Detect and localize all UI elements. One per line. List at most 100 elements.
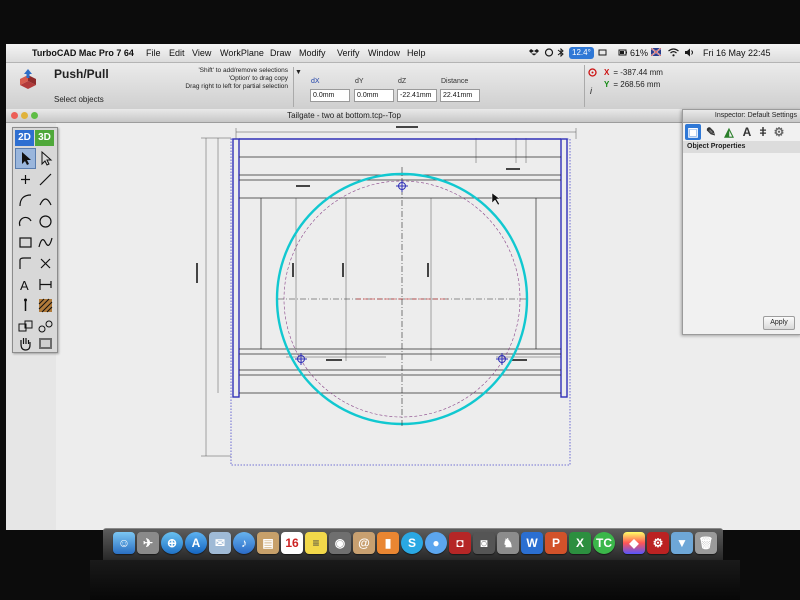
cube-icon[interactable]: ▣ <box>685 124 701 140</box>
options-chevron-icon[interactable]: ▼ <box>295 69 302 76</box>
inspector-title: Inspector: Default Settings <box>683 110 800 123</box>
gear-icon[interactable]: ⚙ <box>771 124 787 140</box>
menu-workplane[interactable]: WorkPlane <box>220 48 264 58</box>
safari-icon[interactable]: ⊕ <box>161 532 183 554</box>
sync-icon[interactable] <box>544 48 554 59</box>
photo-icon[interactable]: ◉ <box>329 532 351 554</box>
dock-reflection <box>90 560 740 600</box>
dropbox-icon[interactable] <box>529 48 539 59</box>
system-preferences-icon[interactable]: ⚙ <box>647 532 669 554</box>
contacts-icon[interactable]: @ <box>353 532 375 554</box>
menu-extra-icon[interactable] <box>598 48 607 59</box>
cross-icon[interactable] <box>35 253 56 274</box>
hint-drag: Drag right to left for partial selection <box>185 83 288 90</box>
ibooks-icon[interactable]: ▮ <box>377 532 399 554</box>
finder-icon[interactable]: ☺ <box>113 532 135 554</box>
mode-2d-button[interactable]: 2D <box>15 130 34 146</box>
text-a-icon[interactable]: A <box>739 124 755 140</box>
app-menu[interactable]: TurboCAD Mac Pro 7 64 <box>32 48 134 58</box>
dimension-text <box>296 185 310 187</box>
dimension-text <box>506 168 520 170</box>
volume-icon[interactable] <box>685 48 695 59</box>
coord-y-label: Y <box>604 80 610 89</box>
arc-three-point-icon[interactable] <box>15 190 36 211</box>
skype-icon[interactable]: S <box>401 532 423 554</box>
menu-modify[interactable]: Modify <box>299 48 326 58</box>
screen: TurboCAD Mac Pro 7 64 File Edit View Wor… <box>6 44 800 530</box>
dimension-text <box>396 126 418 128</box>
mail-icon[interactable]: ✉ <box>209 532 231 554</box>
menu-window[interactable]: Window <box>368 48 400 58</box>
temperature-badge[interactable]: 12.4° <box>569 47 594 59</box>
wifi-icon[interactable] <box>668 48 679 59</box>
insert-point-icon[interactable] <box>15 295 36 316</box>
flag-icon[interactable] <box>650 47 662 58</box>
curve-icon[interactable] <box>15 253 36 274</box>
app-store-icon[interactable]: A <box>185 532 207 554</box>
frame-walls[interactable] <box>232 138 568 398</box>
battery-icon[interactable] <box>618 48 628 59</box>
hand-icon[interactable] <box>15 333 36 354</box>
layer-icon[interactable]: ◭ <box>721 124 737 140</box>
dz-field[interactable]: -22.41mm <box>397 89 437 102</box>
hatch-icon[interactable] <box>35 295 56 316</box>
select-edit-icon[interactable] <box>35 148 56 169</box>
excel-icon[interactable]: X <box>569 532 591 554</box>
pen-icon[interactable]: ✎ <box>703 124 719 140</box>
calendar-icon[interactable]: 16 <box>281 532 303 554</box>
chess-icon[interactable]: ♞ <box>497 532 519 554</box>
push-pull-icon[interactable] <box>16 69 40 95</box>
apply-button[interactable]: Apply <box>763 316 795 330</box>
hole-markers[interactable] <box>295 180 508 365</box>
circle-arc-icon[interactable] <box>15 211 36 232</box>
menubar-clock[interactable]: Fri 16 May 22:45 <box>703 48 771 58</box>
dimension-texts[interactable] <box>196 126 527 361</box>
spline-icon[interactable] <box>35 232 56 253</box>
powerpoint-icon[interactable]: P <box>545 532 567 554</box>
downloads-icon[interactable]: ▼ <box>671 532 693 554</box>
inspector-toolbar: ▣ ✎ ◭ A ǂ ⚙ <box>685 124 799 142</box>
colorsync-icon[interactable]: ◆ <box>623 532 645 554</box>
itunes-icon[interactable]: ♪ <box>233 532 255 554</box>
menu-help[interactable]: Help <box>407 48 426 58</box>
arc-icon[interactable] <box>35 190 56 211</box>
point-icon[interactable] <box>15 169 36 190</box>
image-capture-icon[interactable]: ◙ <box>473 532 495 554</box>
preview-icon[interactable]: ▤ <box>257 532 279 554</box>
document-titlebar[interactable]: Tailgate - two at bottom.tcp--Top <box>6 109 682 123</box>
ruler-icon[interactable]: ǂ <box>755 124 771 140</box>
rectangle-icon[interactable] <box>15 232 36 253</box>
menu-file[interactable]: File <box>146 48 161 58</box>
text-icon[interactable]: A <box>15 274 36 295</box>
launchpad-icon[interactable]: ✈ <box>137 532 159 554</box>
dy-field[interactable]: 0.0mm <box>354 89 394 102</box>
line-icon[interactable] <box>35 169 56 190</box>
menu-view[interactable]: View <box>192 48 211 58</box>
toolbar-divider <box>584 65 585 107</box>
select-arrow-icon[interactable] <box>15 148 36 169</box>
photo-booth-icon[interactable]: ◘ <box>449 532 471 554</box>
hint-shift: 'Shift' to add/remove selections <box>198 67 288 74</box>
mode-3d-button[interactable]: 3D <box>35 130 54 146</box>
notes-icon[interactable]: ≡ <box>305 532 327 554</box>
circle-icon[interactable] <box>35 211 56 232</box>
menu-draw[interactable]: Draw <box>270 48 291 58</box>
info-icon[interactable]: i <box>590 86 592 96</box>
menu-edit[interactable]: Edit <box>169 48 185 58</box>
frame-boundary[interactable] <box>230 138 571 466</box>
bluetooth-icon[interactable] <box>557 47 565 59</box>
dimension-icon[interactable] <box>35 274 56 295</box>
messages-icon[interactable]: ● <box>425 532 447 554</box>
object-properties-heading: Object Properties <box>683 141 800 153</box>
target-icon[interactable] <box>588 68 597 79</box>
coord-x-label: X <box>604 68 610 77</box>
view-3d-icon[interactable] <box>35 333 56 354</box>
distance-field[interactable]: 22.41mm <box>440 89 480 102</box>
mouse-cursor-icon <box>491 192 501 206</box>
menu-verify[interactable]: Verify <box>337 48 360 58</box>
dimension-lines[interactable] <box>201 128 577 457</box>
turbocad-icon[interactable]: TC <box>593 532 615 554</box>
word-icon[interactable]: W <box>521 532 543 554</box>
dx-field[interactable]: 0.0mm <box>310 89 350 102</box>
trash-icon[interactable]: 🗑 <box>695 532 717 554</box>
